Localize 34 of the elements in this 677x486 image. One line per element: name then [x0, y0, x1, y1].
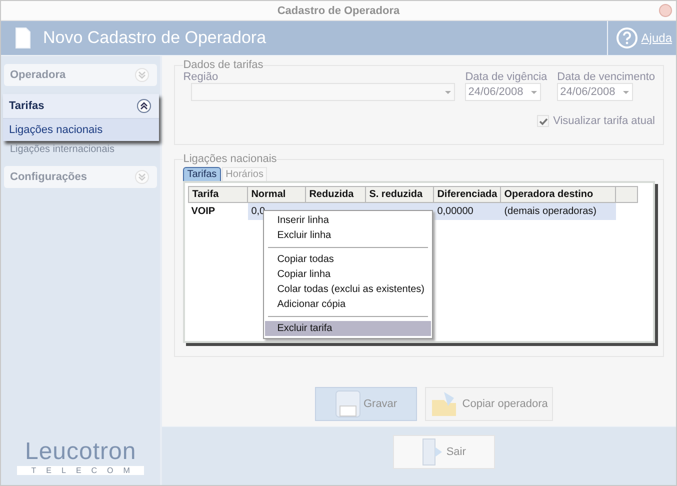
table-cell: 0,00000	[434, 203, 502, 220]
expand-icon[interactable]	[135, 170, 150, 184]
document-icon	[15, 27, 31, 49]
menu-item[interactable]: Colar todas (exclui as existentes)	[265, 282, 432, 297]
field-label: Data de vencimento	[557, 71, 655, 83]
collapse-icon[interactable]	[137, 99, 152, 113]
window-title: Cadastro de Operadora	[277, 4, 400, 16]
door-icon	[422, 437, 444, 467]
section-header[interactable]: Tarifas	[9, 100, 44, 112]
tab[interactable]: Tarifas	[183, 167, 221, 181]
column-header[interactable]: Normal	[248, 186, 306, 203]
checkbox-label: Visualizar tarifa atual	[553, 115, 655, 127]
column-header[interactable]: Operadora destino	[501, 186, 616, 203]
table-cell: (demais operadoras)	[501, 203, 616, 220]
menu-item[interactable]: Adicionar cópia	[265, 297, 432, 312]
field-label: Região	[183, 71, 220, 83]
menu-item[interactable]: Excluir linha	[265, 228, 432, 243]
column-header[interactable]: Reduzida	[306, 186, 366, 203]
sidebar-item[interactable]: Ligações nacionais	[3, 119, 160, 141]
menu-item[interactable]: Copiar todas	[265, 252, 432, 267]
column-header[interactable]: Tarifa	[188, 186, 248, 203]
column-header[interactable]: S. reduzida	[366, 186, 434, 203]
help-icon[interactable]	[616, 27, 638, 49]
field-label: Data de vigência	[465, 71, 548, 83]
menu-item[interactable]: Copiar linha	[265, 267, 432, 282]
page-title: Novo Cadastro de Operadora	[43, 28, 268, 48]
expand-icon[interactable]	[135, 68, 150, 82]
close-icon[interactable]	[659, 4, 672, 17]
group-title: Ligações nacionais	[183, 153, 277, 165]
column-header	[616, 186, 638, 203]
logo: Leucotron TELECOM	[1, 438, 160, 475]
menu-item[interactable]: Excluir tarifa	[265, 321, 432, 336]
group-title: Dados de tarifas	[183, 59, 264, 71]
column-header[interactable]: Diferenciada	[434, 186, 502, 203]
